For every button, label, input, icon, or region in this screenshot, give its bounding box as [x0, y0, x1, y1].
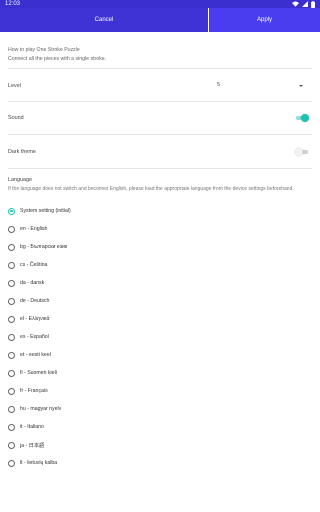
- language-section-title: Language: [8, 177, 32, 183]
- language-option-label: it - Italiano: [20, 424, 44, 430]
- radio-button[interactable]: [8, 459, 15, 467]
- toggle-thumb: [295, 148, 303, 156]
- language-option-label: fi - Suomen kieli: [20, 370, 57, 376]
- apply-button[interactable]: Apply: [209, 8, 320, 32]
- action-bar: Cancel Apply: [0, 8, 320, 32]
- radio-button[interactable]: [8, 243, 15, 251]
- language-option[interactable]: fi - Suomen kieli: [8, 364, 312, 382]
- language-option[interactable]: da - dansk: [8, 274, 312, 292]
- language-option[interactable]: fr - Français: [8, 382, 312, 400]
- status-time: 12:03: [5, 1, 21, 7]
- level-label: Level: [8, 83, 21, 89]
- how-to-play-description: Connect all the pieces with a single str…: [8, 56, 107, 62]
- radio-button[interactable]: [8, 315, 15, 323]
- language-option[interactable]: es - Español: [8, 328, 312, 346]
- language-option-label: et - eesti keel: [20, 352, 51, 358]
- language-note: If the language does not switch and beco…: [8, 186, 294, 192]
- language-option[interactable]: System setting (initial): [8, 202, 312, 220]
- battery-icon: [311, 0, 315, 8]
- radio-button[interactable]: [8, 369, 15, 377]
- language-option-label: System setting (initial): [20, 208, 71, 214]
- wifi-icon: [292, 1, 299, 7]
- how-to-play-section: How to play One Stroke Puzzle Connect al…: [8, 46, 106, 64]
- language-option-label: da - dansk: [20, 280, 45, 286]
- divider: [8, 134, 312, 135]
- radio-button[interactable]: [8, 405, 15, 413]
- language-option-label: cs - Čeština: [20, 262, 48, 268]
- language-option-label: hu - magyar nyelv: [20, 406, 62, 412]
- radio-button[interactable]: [8, 207, 15, 215]
- radio-button[interactable]: [8, 261, 15, 269]
- language-option-label: el - Ελληνικά: [20, 316, 50, 322]
- dark-theme-toggle[interactable]: [295, 148, 309, 156]
- divider: [8, 68, 312, 69]
- radio-button[interactable]: [8, 423, 15, 431]
- language-option[interactable]: et - eesti keel: [8, 346, 312, 364]
- language-option-label: fr - Français: [20, 388, 48, 394]
- settings-content: How to play One Stroke Puzzle Connect al…: [0, 32, 320, 512]
- language-option[interactable]: en - English: [8, 220, 312, 238]
- language-option[interactable]: hu - magyar nyelv: [8, 400, 312, 418]
- language-option[interactable]: de - Deutsch: [8, 292, 312, 310]
- language-option[interactable]: lt - lietuvių kalba: [8, 454, 312, 472]
- divider: [8, 168, 312, 169]
- language-option[interactable]: it - Italiano: [8, 418, 312, 436]
- radio-button[interactable]: [8, 351, 15, 359]
- language-option[interactable]: bg - Български език: [8, 238, 312, 256]
- language-option[interactable]: ja - 日本語: [8, 436, 312, 454]
- radio-button[interactable]: [8, 387, 15, 395]
- radio-button[interactable]: [8, 333, 15, 341]
- language-option-label: lt - lietuvių kalba: [20, 460, 58, 466]
- language-option-label: bg - Български език: [20, 244, 68, 250]
- divider: [8, 101, 312, 102]
- language-option[interactable]: cs - Čeština: [8, 256, 312, 274]
- radio-button[interactable]: [8, 279, 15, 287]
- chevron-down-icon[interactable]: [299, 85, 303, 87]
- level-dropdown[interactable]: 5: [217, 82, 220, 88]
- language-option[interactable]: el - Ελληνικά: [8, 310, 312, 328]
- radio-button[interactable]: [8, 225, 15, 233]
- status-bar: 12:03: [0, 0, 320, 8]
- cancel-button[interactable]: Cancel: [0, 8, 209, 32]
- language-option-label: en - English: [20, 226, 48, 232]
- cellular-signal-icon: [302, 1, 308, 7]
- how-to-play-title: How to play One Stroke Puzzle: [8, 47, 80, 53]
- radio-button[interactable]: [8, 297, 15, 305]
- language-option-label: es - Español: [20, 334, 49, 340]
- toggle-thumb: [301, 114, 309, 122]
- language-option-label: ja - 日本語: [20, 442, 45, 449]
- dark-theme-label: Dark theme: [8, 149, 36, 155]
- radio-button[interactable]: [8, 441, 15, 449]
- sound-label: Sound: [8, 115, 24, 121]
- status-icons: [292, 0, 315, 8]
- sound-toggle[interactable]: [295, 114, 309, 122]
- language-option-label: de - Deutsch: [20, 298, 50, 304]
